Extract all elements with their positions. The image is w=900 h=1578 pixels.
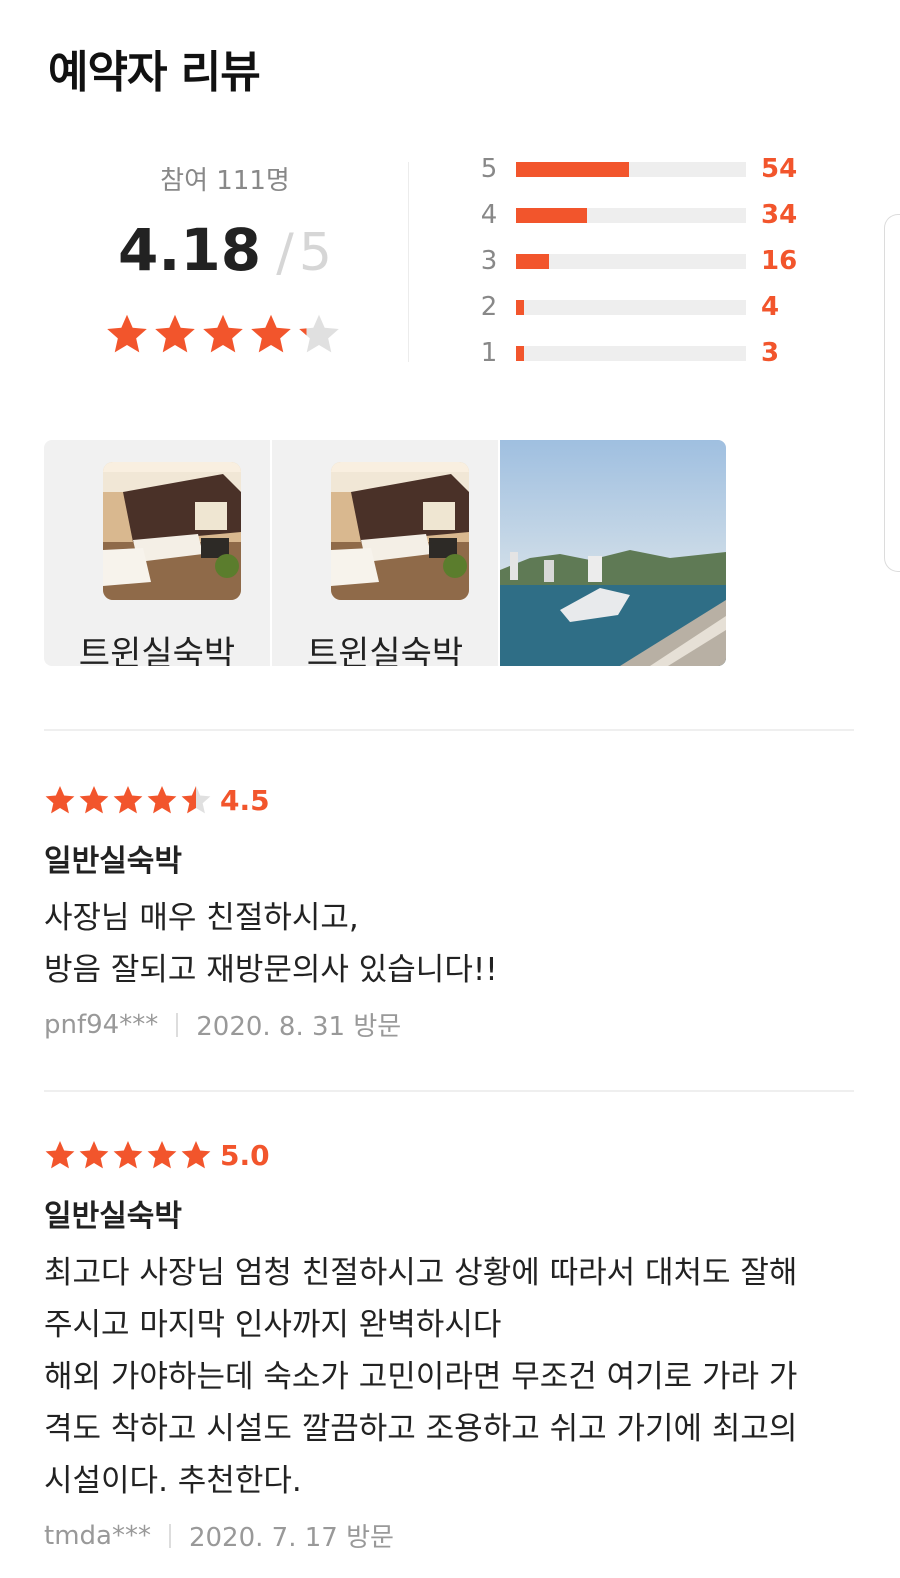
review-meta: pnf94*** 2020. 8. 31 방문 bbox=[44, 1006, 864, 1043]
distribution-star-label: 3 bbox=[480, 246, 498, 276]
distribution-bar-fill bbox=[516, 208, 587, 223]
review-photo[interactable] bbox=[500, 440, 726, 666]
review-meta: tmda*** 2020. 7. 17 방문 bbox=[44, 1517, 864, 1554]
distribution-count: 4 bbox=[761, 292, 780, 322]
review-photo[interactable]: 트윈실숙박 bbox=[44, 440, 270, 666]
distribution-bar-track bbox=[516, 162, 746, 177]
distribution-count: 54 bbox=[761, 154, 798, 184]
distribution-count: 3 bbox=[761, 338, 780, 368]
overall-score-block: 참여 111명 4.18 / 5 bbox=[100, 160, 350, 285]
rating-summary: 참여 111명 4.18 / 5 5 54 4 34 3 16 2 4 1 3 bbox=[0, 150, 900, 380]
distribution-count: 34 bbox=[761, 200, 798, 230]
star-icon bbox=[155, 314, 195, 353]
distribution-bar-fill bbox=[516, 346, 524, 361]
distribution-star-label: 2 bbox=[480, 292, 498, 322]
star-icon bbox=[79, 786, 109, 814]
distribution-row: 13 bbox=[478, 334, 838, 380]
distribution-bar-track bbox=[516, 208, 746, 223]
review-username: pnf94*** bbox=[44, 1009, 159, 1040]
review-date: 2020. 8. 31 방문 bbox=[196, 1012, 402, 1042]
star-icon bbox=[45, 1141, 75, 1169]
review-rating-value: 5.0 bbox=[220, 1138, 270, 1172]
hotel-room-photo-icon bbox=[331, 462, 469, 600]
distribution-row: 24 bbox=[478, 288, 838, 334]
distribution-bar-fill bbox=[516, 162, 629, 177]
star-icon bbox=[147, 1141, 177, 1169]
review-item: 4.5 일반실숙박 사장님 매우 친절하시고, 방음 잘되고 재방문의사 있습니… bbox=[44, 780, 864, 1043]
star-icon bbox=[181, 786, 211, 814]
review-date: 2020. 7. 17 방문 bbox=[188, 1523, 394, 1553]
distribution-star-label: 4 bbox=[480, 200, 498, 230]
review-item: 5.0 일반실숙박 최고다 사장님 엄청 친절하시고 상황에 따라서 대처도 잘… bbox=[44, 1135, 864, 1554]
star-icon bbox=[181, 1141, 211, 1169]
star-icon bbox=[299, 314, 339, 353]
photo-caption: 트윈실숙박 bbox=[306, 634, 464, 666]
score-max: 5 bbox=[298, 223, 332, 283]
review-rating: 5.0 bbox=[44, 1135, 864, 1175]
review-photo-strip: 트윈실숙박 트윈실숙박 bbox=[44, 440, 726, 666]
star-icon bbox=[113, 786, 143, 814]
review-rating: 4.5 bbox=[44, 780, 864, 820]
distribution-bar-fill bbox=[516, 254, 549, 269]
distribution-row: 5 54 bbox=[478, 150, 838, 196]
star-icon bbox=[45, 786, 75, 814]
review-text: 최고다 사장님 엄청 친절하시고 상황에 따라서 대처도 잘해 주시고 마지막 … bbox=[44, 1255, 798, 1499]
harbor-city-photo-icon bbox=[500, 440, 726, 666]
distribution-row: 4 34 bbox=[478, 196, 838, 242]
photo-caption: 트윈실숙박 bbox=[78, 634, 236, 666]
meta-separator bbox=[176, 1012, 179, 1037]
page-title: 예약자 리뷰 bbox=[48, 47, 261, 98]
star-icon bbox=[251, 314, 291, 353]
review-text: 사장님 매우 친절하시고, 방음 잘되고 재방문의사 있습니다!! bbox=[44, 900, 498, 988]
rating-distribution: 5 54 4 34 3 16 2 4 1 3 bbox=[478, 150, 838, 380]
distribution-star-label: 1 bbox=[480, 338, 498, 368]
star-icon bbox=[107, 314, 147, 353]
review-username: tmda*** bbox=[44, 1520, 151, 1551]
section-divider bbox=[44, 729, 854, 731]
distribution-count: 16 bbox=[761, 246, 798, 276]
hotel-room-photo-icon bbox=[103, 462, 241, 600]
review-star-rating bbox=[44, 1139, 212, 1171]
average-star-rating bbox=[105, 312, 341, 356]
distribution-bar-track bbox=[516, 254, 746, 269]
distribution-bar-track bbox=[516, 346, 746, 361]
score-separator: / bbox=[276, 223, 294, 283]
participant-count: 참여 111명 bbox=[160, 166, 290, 196]
scroll-handle[interactable] bbox=[884, 214, 900, 572]
score-line: 4.18 / 5 bbox=[100, 215, 350, 285]
star-icon bbox=[147, 786, 177, 814]
distribution-bar-track bbox=[516, 300, 746, 315]
review-rating-value: 4.5 bbox=[220, 783, 270, 817]
meta-separator bbox=[168, 1523, 171, 1548]
review-room-type: 일반실숙박 bbox=[44, 1199, 182, 1234]
section-divider bbox=[44, 1090, 854, 1092]
distribution-row: 3 16 bbox=[478, 242, 838, 288]
star-icon bbox=[79, 1141, 109, 1169]
average-score: 4.18 bbox=[118, 216, 262, 284]
summary-divider bbox=[408, 162, 409, 362]
review-room-type: 일반실숙박 bbox=[44, 844, 182, 879]
review-photo[interactable]: 트윈실숙박 bbox=[272, 440, 498, 666]
star-icon bbox=[113, 1141, 143, 1169]
review-star-rating bbox=[44, 784, 212, 816]
distribution-bar-fill bbox=[516, 300, 524, 315]
distribution-star-label: 5 bbox=[480, 154, 498, 184]
star-icon bbox=[203, 314, 243, 353]
